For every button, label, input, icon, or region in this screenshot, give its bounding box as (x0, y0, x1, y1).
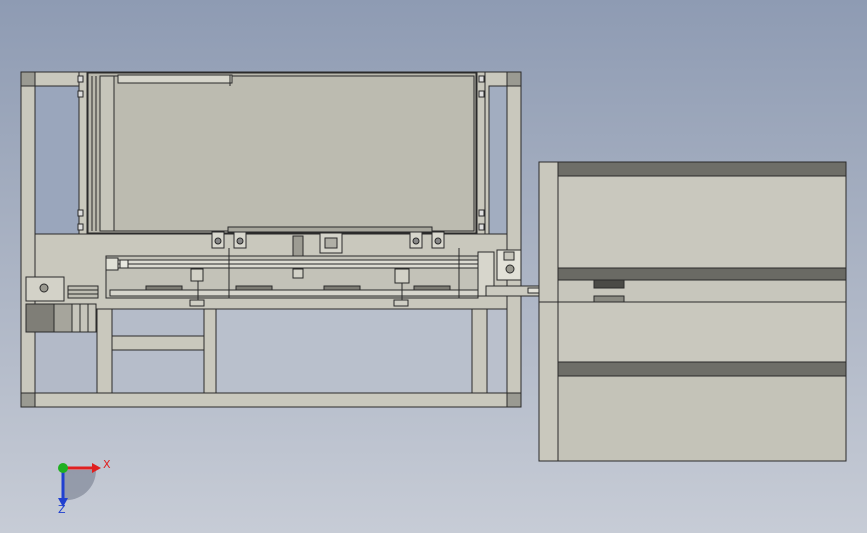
upper-panel-top-bar (117, 74, 233, 84)
corner-block-br (506, 392, 522, 408)
coordinate-triad[interactable] (58, 463, 101, 507)
side-station[interactable] (538, 161, 847, 462)
conveyor-end-left (105, 257, 119, 271)
corner-block-tr (506, 71, 522, 87)
station-band-top (557, 161, 847, 177)
leg-2 (203, 308, 217, 394)
frame-opening-bottom-mid3 (111, 308, 205, 337)
station-lower-area (557, 301, 847, 363)
station-frame-left (538, 161, 559, 462)
upper-panel-bottom-strip (227, 226, 433, 233)
triad-label-x: X (103, 458, 111, 471)
conveyor-assembly[interactable] (34, 231, 508, 310)
triad-shadow (63, 470, 97, 501)
upper-panel-rail-left (99, 75, 115, 232)
corner-block-bl (20, 392, 36, 408)
coupling (67, 285, 99, 299)
leg-3 (471, 308, 488, 394)
station-base (557, 375, 847, 462)
station-band-mid (557, 267, 847, 281)
frame-opening-right-top (488, 85, 508, 235)
frame-opening-bottom-mid (111, 349, 205, 394)
bearing-block-2 (292, 268, 304, 279)
conveyor-rail-bottom (109, 289, 491, 297)
station-upper-area (557, 175, 847, 269)
upper-panel-inner (113, 75, 475, 232)
cylinder-center (292, 235, 304, 257)
leg-1 (96, 308, 113, 394)
bearing-block-1 (190, 268, 204, 282)
bearing-block-3 (394, 268, 410, 284)
corner-block-tl (20, 71, 36, 87)
frame-opening-left-top (34, 85, 80, 235)
upper-panel[interactable] (77, 72, 485, 234)
frame-opening-bottom-right (486, 308, 508, 394)
crossbar-low (111, 335, 205, 351)
cad-viewport[interactable] (0, 0, 867, 533)
triad-label-z: Z (58, 503, 66, 516)
y-axis-dot (58, 463, 68, 473)
frame-opening-bottom-mid2 (215, 308, 473, 394)
station-band-low (557, 361, 847, 377)
motor-body (25, 303, 55, 333)
